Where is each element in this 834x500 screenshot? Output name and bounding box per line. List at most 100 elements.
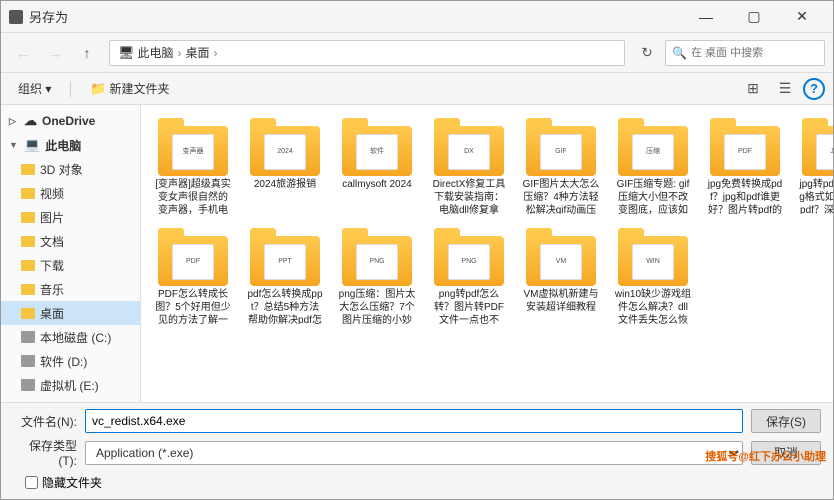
sidebar-item-downloads[interactable]: 下载 — [1, 253, 140, 277]
folder-content: 2024 — [264, 134, 306, 170]
file-label: pdf怎么转换成ppt？总结5种方法帮助你解决pdf怎么转换成ppt难... — [246, 288, 324, 324]
folder-body: PNG — [434, 236, 504, 286]
folder-icon-wrapper: GIF — [526, 118, 596, 176]
folder-img: 软件 — [353, 132, 401, 172]
file-label: PDF怎么转成长图？5个好用但少见的方法了解一下！ — [154, 288, 232, 324]
up-button[interactable]: ↑ — [73, 39, 101, 67]
file-label: DirectX修复工具下载安装指南：电脑dll修复拿下！6种dll缺失... — [430, 178, 508, 214]
file-item[interactable]: PNG png压缩：图片太大怎么压缩？7个图片压缩的小妙招！ — [333, 223, 421, 329]
sidebar-item-video[interactable]: 视频 — [1, 181, 140, 205]
file-item[interactable]: WIN win10缺少游戏组件怎么解决？dll文件丢失怎么恢复？收藏这6... — [609, 223, 697, 329]
sidebar-item-pictures[interactable]: 图片 — [1, 205, 140, 229]
folder-icon-wrapper: JPG — [802, 118, 833, 176]
hidden-files-label: 隐藏文件夹 — [42, 474, 102, 491]
folder-img: VM — [537, 242, 585, 282]
file-item[interactable]: 变声器 [变声器]超级真实变女声很自然的变声器，手机电脑都有！不吃... — [149, 113, 237, 219]
file-item[interactable]: PDF PDF怎么转成长图？5个好用但少见的方法了解一下！ — [149, 223, 237, 329]
folder-content: PPT — [264, 244, 306, 280]
close-button[interactable]: ✕ — [779, 2, 825, 32]
actionbar: 组织 ▾ 📁 新建文件夹 ⊞ ☰ ? — [1, 73, 833, 105]
sidebar-item-3d[interactable]: 3D 对象 — [1, 157, 140, 181]
filetype-select[interactable]: Application (*.exe) — [85, 441, 743, 465]
new-folder-button[interactable]: 📁 新建文件夹 — [81, 77, 178, 101]
minimize-button[interactable]: — — [683, 2, 729, 32]
folder-img: PNG — [445, 242, 493, 282]
back-button[interactable]: ← — [9, 39, 37, 67]
file-label: png压缩：图片太大怎么压缩？7个图片压缩的小妙招！ — [338, 288, 416, 324]
dialog-icon — [9, 10, 23, 24]
folder-img: 2024 — [261, 132, 309, 172]
folder-icon-wrapper: PDF — [158, 228, 228, 286]
sidebar-item-documents[interactable]: 文档 — [1, 229, 140, 253]
folder-icon — [21, 188, 35, 199]
folder-content: WIN — [632, 244, 674, 280]
computer-icon: 🖥 — [118, 45, 135, 61]
file-item[interactable]: PPT pdf怎么转换成ppt？总结5种方法帮助你解决pdf怎么转换成ppt难.… — [241, 223, 329, 329]
folder-body: JPG — [802, 126, 833, 176]
breadcrumb-bar[interactable]: 🖥 此电脑 › 桌面 › — [109, 40, 625, 66]
hidden-files-row: 隐藏文件夹 — [13, 472, 821, 493]
folder-img: WIN — [629, 242, 677, 282]
folder-content: 变声器 — [172, 134, 214, 170]
folder-body: PPT — [250, 236, 320, 286]
file-item[interactable]: PDF jpg免费转换成pdf？jpg和pdf谁更好？图片转pdf的优势总结！ — [701, 113, 789, 219]
filename-row: 文件名(N): 保存(S) — [13, 409, 821, 433]
folder-icon-wrapper: PDF — [710, 118, 780, 176]
new-folder-icon: 📁 — [90, 81, 106, 97]
maximize-button[interactable]: ▢ — [731, 2, 777, 32]
titlebar-buttons: — ▢ ✕ — [683, 2, 825, 32]
navigation-toolbar: ← → ↑ 🖥 此电脑 › 桌面 › ↻ 🔍 — [1, 33, 833, 73]
folder-icon-wrapper: WIN — [618, 228, 688, 286]
search-bar: 🔍 — [665, 40, 825, 66]
folder-icon-wrapper: VM — [526, 228, 596, 286]
folder-img: PNG — [353, 242, 401, 282]
file-item[interactable]: GIF GIF图片太大怎么压缩？4种方法轻松解决gif动画压缩！ — [517, 113, 605, 219]
file-item[interactable]: 2024 2024旅游报销 — [241, 113, 329, 219]
view-icon-button[interactable]: ⊞ — [739, 77, 767, 101]
expand-icon: ▷ — [9, 116, 19, 127]
folder-icon-wrapper: PNG — [342, 228, 412, 286]
help-button[interactable]: ? — [803, 78, 825, 100]
file-item[interactable]: 软件 callmysoft 2024 — [333, 113, 421, 219]
search-input[interactable] — [691, 47, 833, 59]
sidebar-item-drived[interactable]: 软件 (D:) — [1, 349, 140, 373]
hidden-files-checkbox[interactable] — [25, 476, 38, 489]
folder-img: 变声器 — [169, 132, 217, 172]
folder-icon — [21, 284, 35, 295]
sidebar-item-localc[interactable]: 本地磁盘 (C:) — [1, 325, 140, 349]
file-item[interactable]: PNG png转pdf怎么转？图片转PDF文件一点也不难！掌握这5种... — [425, 223, 513, 329]
folder-img: JPG — [813, 132, 833, 172]
folder-icon-wrapper: 变声器 — [158, 118, 228, 176]
action-separator — [70, 81, 71, 97]
folder-content: JPG — [816, 134, 833, 170]
sidebar-item-music[interactable]: 音乐 — [1, 277, 140, 301]
file-item[interactable]: JPG jpg转pdf：图片jpg格式如何转换成pdf？深度解析还8款软件！ — [793, 113, 833, 219]
titlebar: 另存为 — ▢ ✕ — [1, 1, 833, 33]
folder-content: PNG — [356, 244, 398, 280]
folder-icon-wrapper: 2024 — [250, 118, 320, 176]
save-button[interactable]: 保存(S) — [751, 409, 821, 433]
sidebar-item-drivee[interactable]: 虚拟机 (E:) — [1, 373, 140, 397]
bottom-bar: 文件名(N): 保存(S) 保存类型(T): Application (*.ex… — [1, 402, 833, 499]
filename-input[interactable] — [85, 409, 743, 433]
view-list-button[interactable]: ☰ — [771, 77, 799, 101]
forward-button[interactable]: → — [41, 39, 69, 67]
sidebar-item-onedrive[interactable]: ▷ ☁ OneDrive — [1, 109, 140, 133]
folder-content: PDF — [172, 244, 214, 280]
sidebar: ▷ ☁ OneDrive ▼ 💻 此电脑 3D 对象 视频 图片 — [1, 105, 141, 402]
folder-body: WIN — [618, 236, 688, 286]
sidebar-item-desktop[interactable]: 桌面 — [1, 301, 140, 325]
filename-label: 文件名(N): — [13, 413, 77, 430]
cancel-button[interactable]: 取消 — [751, 441, 821, 465]
sidebar-item-thispc[interactable]: ▼ 💻 此电脑 — [1, 133, 140, 157]
organize-button[interactable]: 组织 ▾ — [9, 77, 60, 101]
folder-content: DX — [448, 134, 490, 170]
dialog-title: 另存为 — [29, 7, 68, 26]
file-item[interactable]: VM VM虚拟机新建与安装超详细教程 — [517, 223, 605, 329]
folder-content: PNG — [448, 244, 490, 280]
folder-body: PDF — [158, 236, 228, 286]
file-label: 2024旅游报销 — [254, 178, 316, 191]
file-item[interactable]: DX DirectX修复工具下载安装指南：电脑dll修复拿下！6种dll缺失..… — [425, 113, 513, 219]
refresh-button[interactable]: ↻ — [633, 39, 661, 67]
file-item[interactable]: 压缩 GIF压缩专题: gif压缩大小但不改变图底，应该如何操作？ — [609, 113, 697, 219]
